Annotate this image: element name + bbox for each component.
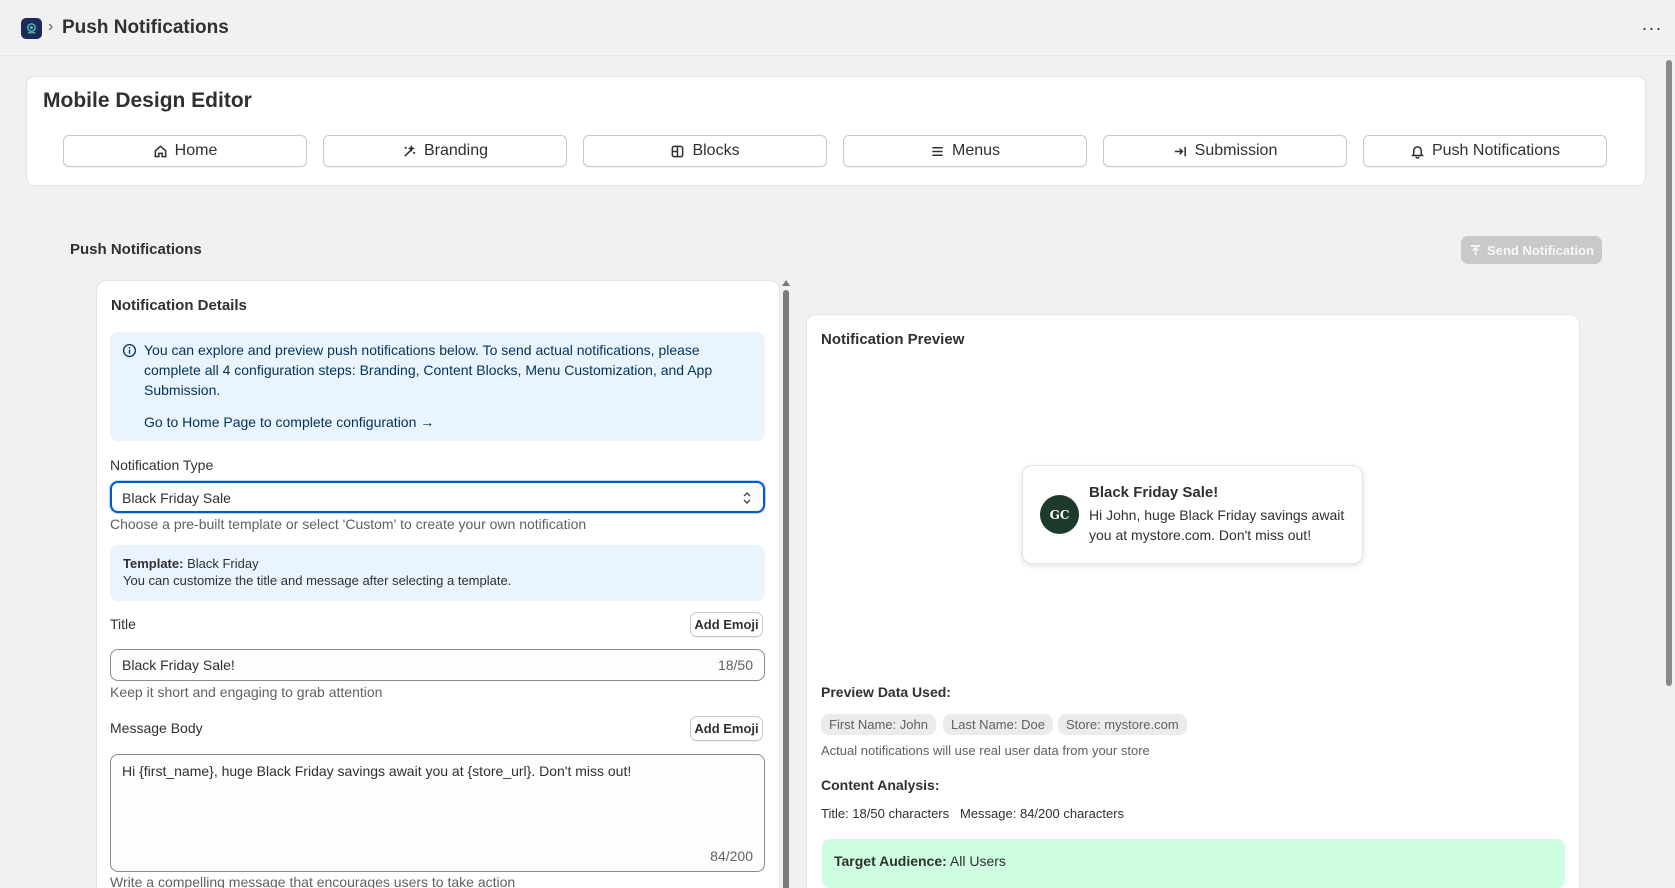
message-add-emoji-button[interactable]: Add Emoji	[690, 716, 763, 741]
notification-preview-card	[806, 314, 1580, 888]
preview-data-heading: Preview Data Used:	[821, 684, 951, 700]
template-name: Template: Black Friday	[123, 556, 259, 571]
tab-label: Submission	[1194, 142, 1278, 159]
target-audience-banner: Target Audience: All Users	[822, 839, 1565, 888]
notification-body: Hi John, huge Black Friday savings await…	[1089, 507, 1345, 543]
notification-type-help: Choose a pre-built template or select 'C…	[110, 516, 587, 532]
audience-label: Target Audience:	[834, 853, 947, 869]
menu-icon	[932, 146, 943, 156]
tab-home[interactable]: Home	[63, 135, 307, 167]
avatar: GC	[1040, 495, 1079, 534]
blocks-icon	[672, 145, 684, 157]
analysis-message-count: Message: 84/200 characters	[960, 806, 1125, 821]
chip-store: Store: mystore.com	[1058, 714, 1187, 735]
title-label: Title	[110, 616, 136, 632]
message-label: Message Body	[110, 720, 203, 736]
app-logo-icon[interactable]	[21, 18, 42, 39]
title-input-value: Black Friday Sale!	[122, 657, 235, 673]
notification-title: Black Friday Sale!	[1089, 484, 1219, 501]
title-add-emoji-button[interactable]: Add Emoji	[690, 612, 763, 637]
arrow-right-to-line-icon	[1174, 146, 1186, 156]
editor-title: Mobile Design Editor	[43, 89, 252, 112]
preview-heading: Notification Preview	[821, 331, 965, 348]
tab-menus[interactable]: Menus	[843, 135, 1087, 167]
content-analysis-heading: Content Analysis:	[821, 777, 940, 793]
info-banner: You can explore and preview push notific…	[110, 332, 765, 441]
message-help: Write a compelling message that encourag…	[110, 874, 516, 888]
title-char-count: 18/50	[717, 657, 753, 673]
tab-label: Menus	[951, 142, 1001, 159]
details-heading: Notification Details	[111, 297, 247, 314]
tab-submission[interactable]: Submission	[1103, 135, 1347, 167]
title-help: Keep it short and engaging to grab atten…	[110, 684, 383, 700]
bell-icon	[1410, 145, 1425, 159]
send-notification-button[interactable]: Send Notification	[1461, 236, 1602, 264]
send-button-label: Send Notification	[1487, 242, 1594, 258]
chip-last-name: Last Name: Doe	[943, 714, 1053, 735]
tab-push-notifications[interactable]: Push Notifications	[1363, 135, 1607, 167]
top-bar: › Push Notifications ···	[0, 0, 1675, 56]
notification-preview: GC Black Friday Sale! Hi John, huge Blac…	[1022, 465, 1363, 564]
tab-label: Push Notifications	[1431, 142, 1561, 159]
message-value: Hi {first_name}, huge Black Friday savin…	[122, 763, 632, 779]
title-input[interactable]: Black Friday Sale! 18/50	[110, 649, 765, 681]
notification-type-value: Black Friday Sale	[122, 490, 231, 506]
tab-blocks[interactable]: Blocks	[583, 135, 827, 167]
audience-value: All Users	[949, 853, 1006, 869]
notification-type-label: Notification Type	[110, 457, 214, 473]
tab-label: Blocks	[692, 142, 740, 159]
magic-wand-icon	[404, 144, 416, 157]
chip-first-name: First Name: John	[821, 714, 936, 735]
breadcrumb-separator: ›	[48, 18, 54, 35]
message-textarea[interactable]: Hi {first_name}, huge Black Friday savin…	[110, 754, 765, 872]
scroll-up-arrow-icon[interactable]	[782, 280, 790, 286]
template-value: Black Friday	[187, 556, 259, 571]
page-scrollbar[interactable]	[1666, 60, 1672, 686]
home-config-link[interactable]: Go to Home Page to complete configuratio…	[144, 414, 434, 430]
analysis-title-count: Title: 18/50 characters	[821, 806, 950, 821]
preview-data-note: Actual notifications will use real user …	[821, 743, 1150, 758]
design-editor-card: Mobile Design Editor Home Branding Block…	[26, 76, 1646, 186]
page-title: Push Notifications	[62, 17, 229, 38]
info-banner-text: You can explore and preview push notific…	[144, 342, 713, 398]
tab-label: Branding	[423, 142, 489, 159]
select-chevrons-icon	[743, 492, 751, 504]
tab-label: Home	[174, 142, 218, 159]
details-scrollbar[interactable]	[783, 290, 789, 888]
home-icon	[154, 144, 167, 157]
more-actions-button[interactable]: ···	[1640, 14, 1664, 42]
template-note: You can customize the title and message …	[123, 573, 512, 588]
section-title: Push Notifications	[70, 241, 202, 258]
message-char-count: 84/200	[710, 848, 753, 864]
notification-type-select[interactable]: Black Friday Sale	[110, 481, 765, 513]
template-info-box: Template: Black Friday You can customize…	[110, 545, 765, 601]
send-icon	[1470, 244, 1481, 255]
tab-branding[interactable]: Branding	[323, 135, 567, 167]
target-audience: Target Audience: All Users	[834, 853, 1006, 869]
info-icon	[122, 343, 137, 358]
template-label: Template:	[123, 556, 184, 571]
